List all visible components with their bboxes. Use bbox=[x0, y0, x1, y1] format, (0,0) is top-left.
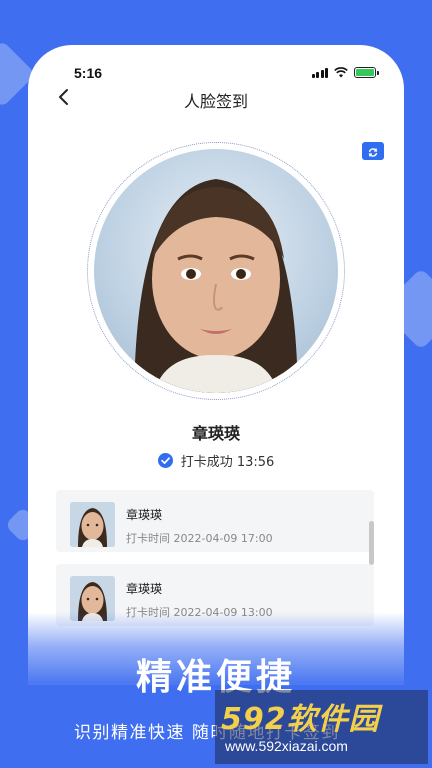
watermark-url: www.592xiazai.com bbox=[225, 738, 348, 754]
phone-frame: 5:16 人脸签到 章瑛瑛 打卡成功 13:56 章瑛瑛 打卡时间 2022-0… bbox=[28, 45, 404, 685]
watermark: 592软件园 www.592xiazai.com bbox=[215, 690, 428, 764]
record-time: 打卡时间 2022-04-09 17:00 bbox=[126, 532, 273, 545]
page-title: 人脸签到 bbox=[183, 92, 248, 111]
camera-switch-icon[interactable] bbox=[362, 142, 384, 160]
checkin-status-text: 打卡成功 13:56 bbox=[180, 455, 275, 470]
record-name: 章瑛瑛 bbox=[126, 582, 163, 596]
record-list-scrollbar[interactable] bbox=[369, 521, 374, 565]
status-time: 5:16 bbox=[74, 65, 103, 81]
checkin-status: 打卡成功 13:56 bbox=[28, 451, 404, 470]
check-circle-icon bbox=[157, 453, 173, 468]
person-name: 章瑛瑛 bbox=[191, 424, 240, 443]
watermark-logo: 592软件园 bbox=[221, 702, 380, 737]
status-bar: 5:16 bbox=[28, 45, 404, 85]
record-name: 章瑛瑛 bbox=[126, 508, 163, 522]
list-item[interactable]: 章瑛瑛 打卡时间 2022-04-09 17:00 bbox=[56, 490, 374, 552]
face-photo bbox=[94, 149, 338, 393]
status-icons bbox=[311, 67, 379, 78]
record-thumbnail bbox=[70, 502, 115, 547]
nav-bar: 人脸签到 bbox=[28, 85, 404, 111]
wifi-icon bbox=[334, 67, 348, 78]
battery-icon bbox=[354, 67, 379, 78]
signal-icon bbox=[311, 67, 328, 78]
